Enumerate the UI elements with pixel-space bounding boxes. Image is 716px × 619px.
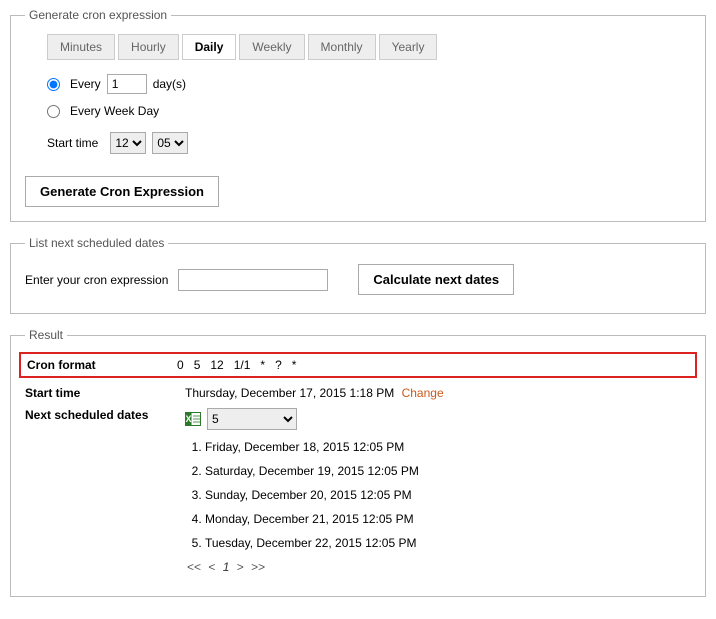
weekday-label: Every Week Day: [70, 104, 159, 118]
cron-part: 5: [194, 358, 201, 372]
every-weekday-radio[interactable]: [47, 105, 60, 118]
cron-format-row: Cron format 05 12 1/1 *? *: [19, 352, 697, 378]
dates-count-select[interactable]: 5: [207, 408, 297, 430]
list-item: Friday, December 18, 2015 12:05 PM: [205, 440, 419, 454]
svg-text:X: X: [185, 414, 191, 424]
cron-format-label: Cron format: [27, 358, 177, 372]
result-start-time-row: Start time Thursday, December 17, 2015 1…: [25, 386, 691, 400]
change-link[interactable]: Change: [402, 386, 444, 400]
every-suffix-label: day(s): [153, 77, 186, 91]
cron-part: ?: [275, 358, 282, 372]
excel-icon[interactable]: X: [185, 411, 201, 427]
next-dates-label: Next scheduled dates: [25, 408, 175, 422]
generate-legend: Generate cron expression: [25, 8, 171, 22]
list-item: Sunday, December 20, 2015 12:05 PM: [205, 488, 419, 502]
enter-cron-label: Enter your cron expression: [25, 273, 168, 287]
tab-hourly[interactable]: Hourly: [118, 34, 179, 60]
start-time-row: Start time 12 05: [47, 132, 691, 154]
every-weekday-row: Every Week Day: [47, 104, 691, 118]
next-dates-row: Next scheduled dates X 5 Friday, Decembe…: [25, 408, 691, 574]
tab-daily[interactable]: Daily: [182, 34, 237, 60]
cron-part: *: [292, 358, 297, 372]
cron-part: *: [260, 358, 265, 372]
every-prefix-label: Every: [70, 77, 101, 91]
generate-fieldset: Generate cron expression MinutesHourlyDa…: [10, 8, 706, 222]
result-start-time-value: Thursday, December 17, 2015 1:18 PM: [185, 386, 394, 400]
tab-yearly[interactable]: Yearly: [379, 34, 438, 60]
hour-select[interactable]: 12: [110, 132, 146, 154]
cron-part: 12: [210, 358, 223, 372]
tab-weekly[interactable]: Weekly: [239, 34, 304, 60]
list-item: Monday, December 21, 2015 12:05 PM: [205, 512, 419, 526]
generate-button[interactable]: Generate Cron Expression: [25, 176, 219, 207]
tabs: MinutesHourlyDailyWeeklyMonthlyYearly: [47, 34, 691, 60]
list-item: Saturday, December 19, 2015 12:05 PM: [205, 464, 419, 478]
cron-part: 1/1: [234, 358, 251, 372]
cron-input[interactable]: [178, 269, 328, 291]
tab-monthly[interactable]: Monthly: [308, 34, 376, 60]
result-legend: Result: [25, 328, 67, 342]
list-fieldset: List next scheduled dates Enter your cro…: [10, 236, 706, 314]
cron-part: 0: [177, 358, 184, 372]
cron-parts: 05 12 1/1 *? *: [177, 358, 296, 372]
minute-select[interactable]: 05: [152, 132, 188, 154]
result-start-time-label: Start time: [25, 386, 175, 400]
start-time-label: Start time: [47, 136, 98, 150]
tab-minutes[interactable]: Minutes: [47, 34, 115, 60]
dates-list: Friday, December 18, 2015 12:05 PM Saturd…: [185, 440, 419, 550]
every-days-radio[interactable]: [47, 78, 60, 91]
list-legend: List next scheduled dates: [25, 236, 168, 250]
calc-button[interactable]: Calculate next dates: [358, 264, 514, 295]
every-days-row: Every day(s): [47, 74, 691, 94]
list-item: Tuesday, December 22, 2015 12:05 PM: [205, 536, 419, 550]
result-fieldset: Result Cron format 05121/1*?* Start time…: [10, 328, 706, 597]
days-input[interactable]: [107, 74, 147, 94]
